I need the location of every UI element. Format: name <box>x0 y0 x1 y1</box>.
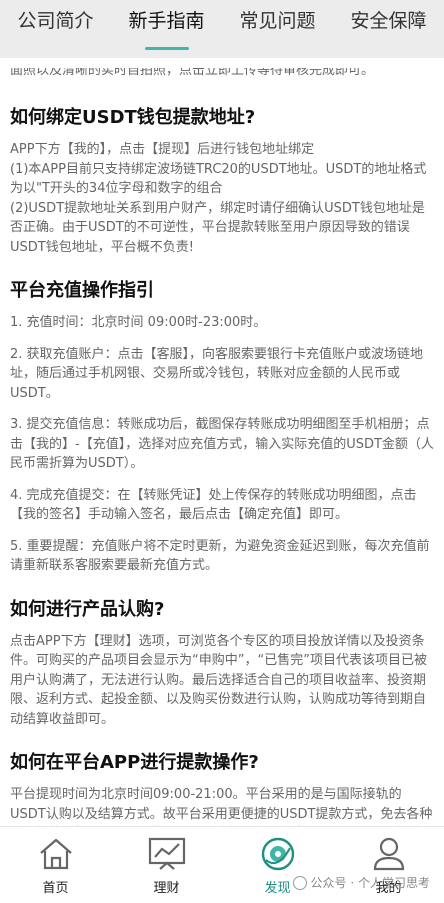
home-icon <box>36 835 76 873</box>
recharge-step-1: 1. 充值时间：北京时间 09:00时-23:00时。 <box>10 315 267 330</box>
recharge-step-2: 2. 获取充值账户：点击【客服】，向客服索要银行卡充值账户或波场链地址，随后通过… <box>10 346 424 401</box>
nav-home-label: 首页 <box>42 881 69 896</box>
tab-security[interactable]: 安全保障 <box>333 0 444 58</box>
recharge-step-5: 5. 重要提醒：充值账户将不定时更新，为避免资金延迟到账，每次充值前请重新联系客… <box>10 538 430 574</box>
watermark: 公众号 · 个人学习思考 <box>292 874 430 891</box>
section-text-subscribe: 点击APP下方【理财】选项，可浏览各个专区的项目投放详情以及投资条件。可购买的产… <box>10 633 427 727</box>
section-text-withdraw: 平台提现时间为北京时间09:00-21:00。平台采用的是与国际接轨的USDT认… <box>10 787 433 822</box>
tab-company-intro[interactable]: 公司简介 <box>0 0 111 58</box>
nav-discover-label: 发现 <box>264 881 291 896</box>
nav-finance[interactable]: 理财 <box>111 827 222 903</box>
watermark-text: 公众号 · 个人学习思考 <box>310 876 430 890</box>
user-icon <box>369 835 409 873</box>
chart-icon <box>147 835 187 873</box>
section-title-withdraw: 如何在平台APP进行提款操作? <box>10 752 259 773</box>
discover-icon <box>258 835 298 873</box>
section-title-bind-wallet: 如何绑定USDT钱包提款地址? <box>10 107 256 128</box>
recharge-step-3: 3. 提交充值信息：转账成功后，截图保存转账成功明细图至手机相册；点击【我的】-… <box>10 417 434 471</box>
section-title-recharge: 平台充值操作指引 <box>10 280 154 301</box>
cut-off-text: 面照以及清晰的实时自拍照，点击立即上传等待审核完成即可。 <box>10 68 375 78</box>
recharge-step-4: 4. 完成充值提交：在【转账凭证】处上传保存的转账成功明细图，点击【我的签名】手… <box>10 487 417 523</box>
top-tab-bar: 公司简介 新手指南 常见问题 安全保障 <box>0 0 444 58</box>
nav-discover[interactable]: 发现 <box>222 827 333 903</box>
bottom-nav: 首页 理财 发现 我的 <box>0 826 444 903</box>
tab-beginner-guide[interactable]: 新手指南 <box>111 0 222 58</box>
section-text-bind-wallet: APP下方【我的】，点击【提现】后进行钱包地址绑定 (1)本APP目前只支持绑定… <box>10 142 427 255</box>
nav-finance-label: 理财 <box>153 881 180 896</box>
nav-mine[interactable]: 我的 <box>333 827 444 903</box>
guide-content: 面照以及清晰的实时自拍照，点击立即上传等待审核完成即可。 如何绑定USDT钱包提… <box>0 58 444 826</box>
section-title-subscribe: 如何进行产品认购? <box>10 598 165 620</box>
tab-faq[interactable]: 常见问题 <box>222 0 333 58</box>
nav-home[interactable]: 首页 <box>0 827 111 903</box>
wechat-icon <box>292 875 307 890</box>
